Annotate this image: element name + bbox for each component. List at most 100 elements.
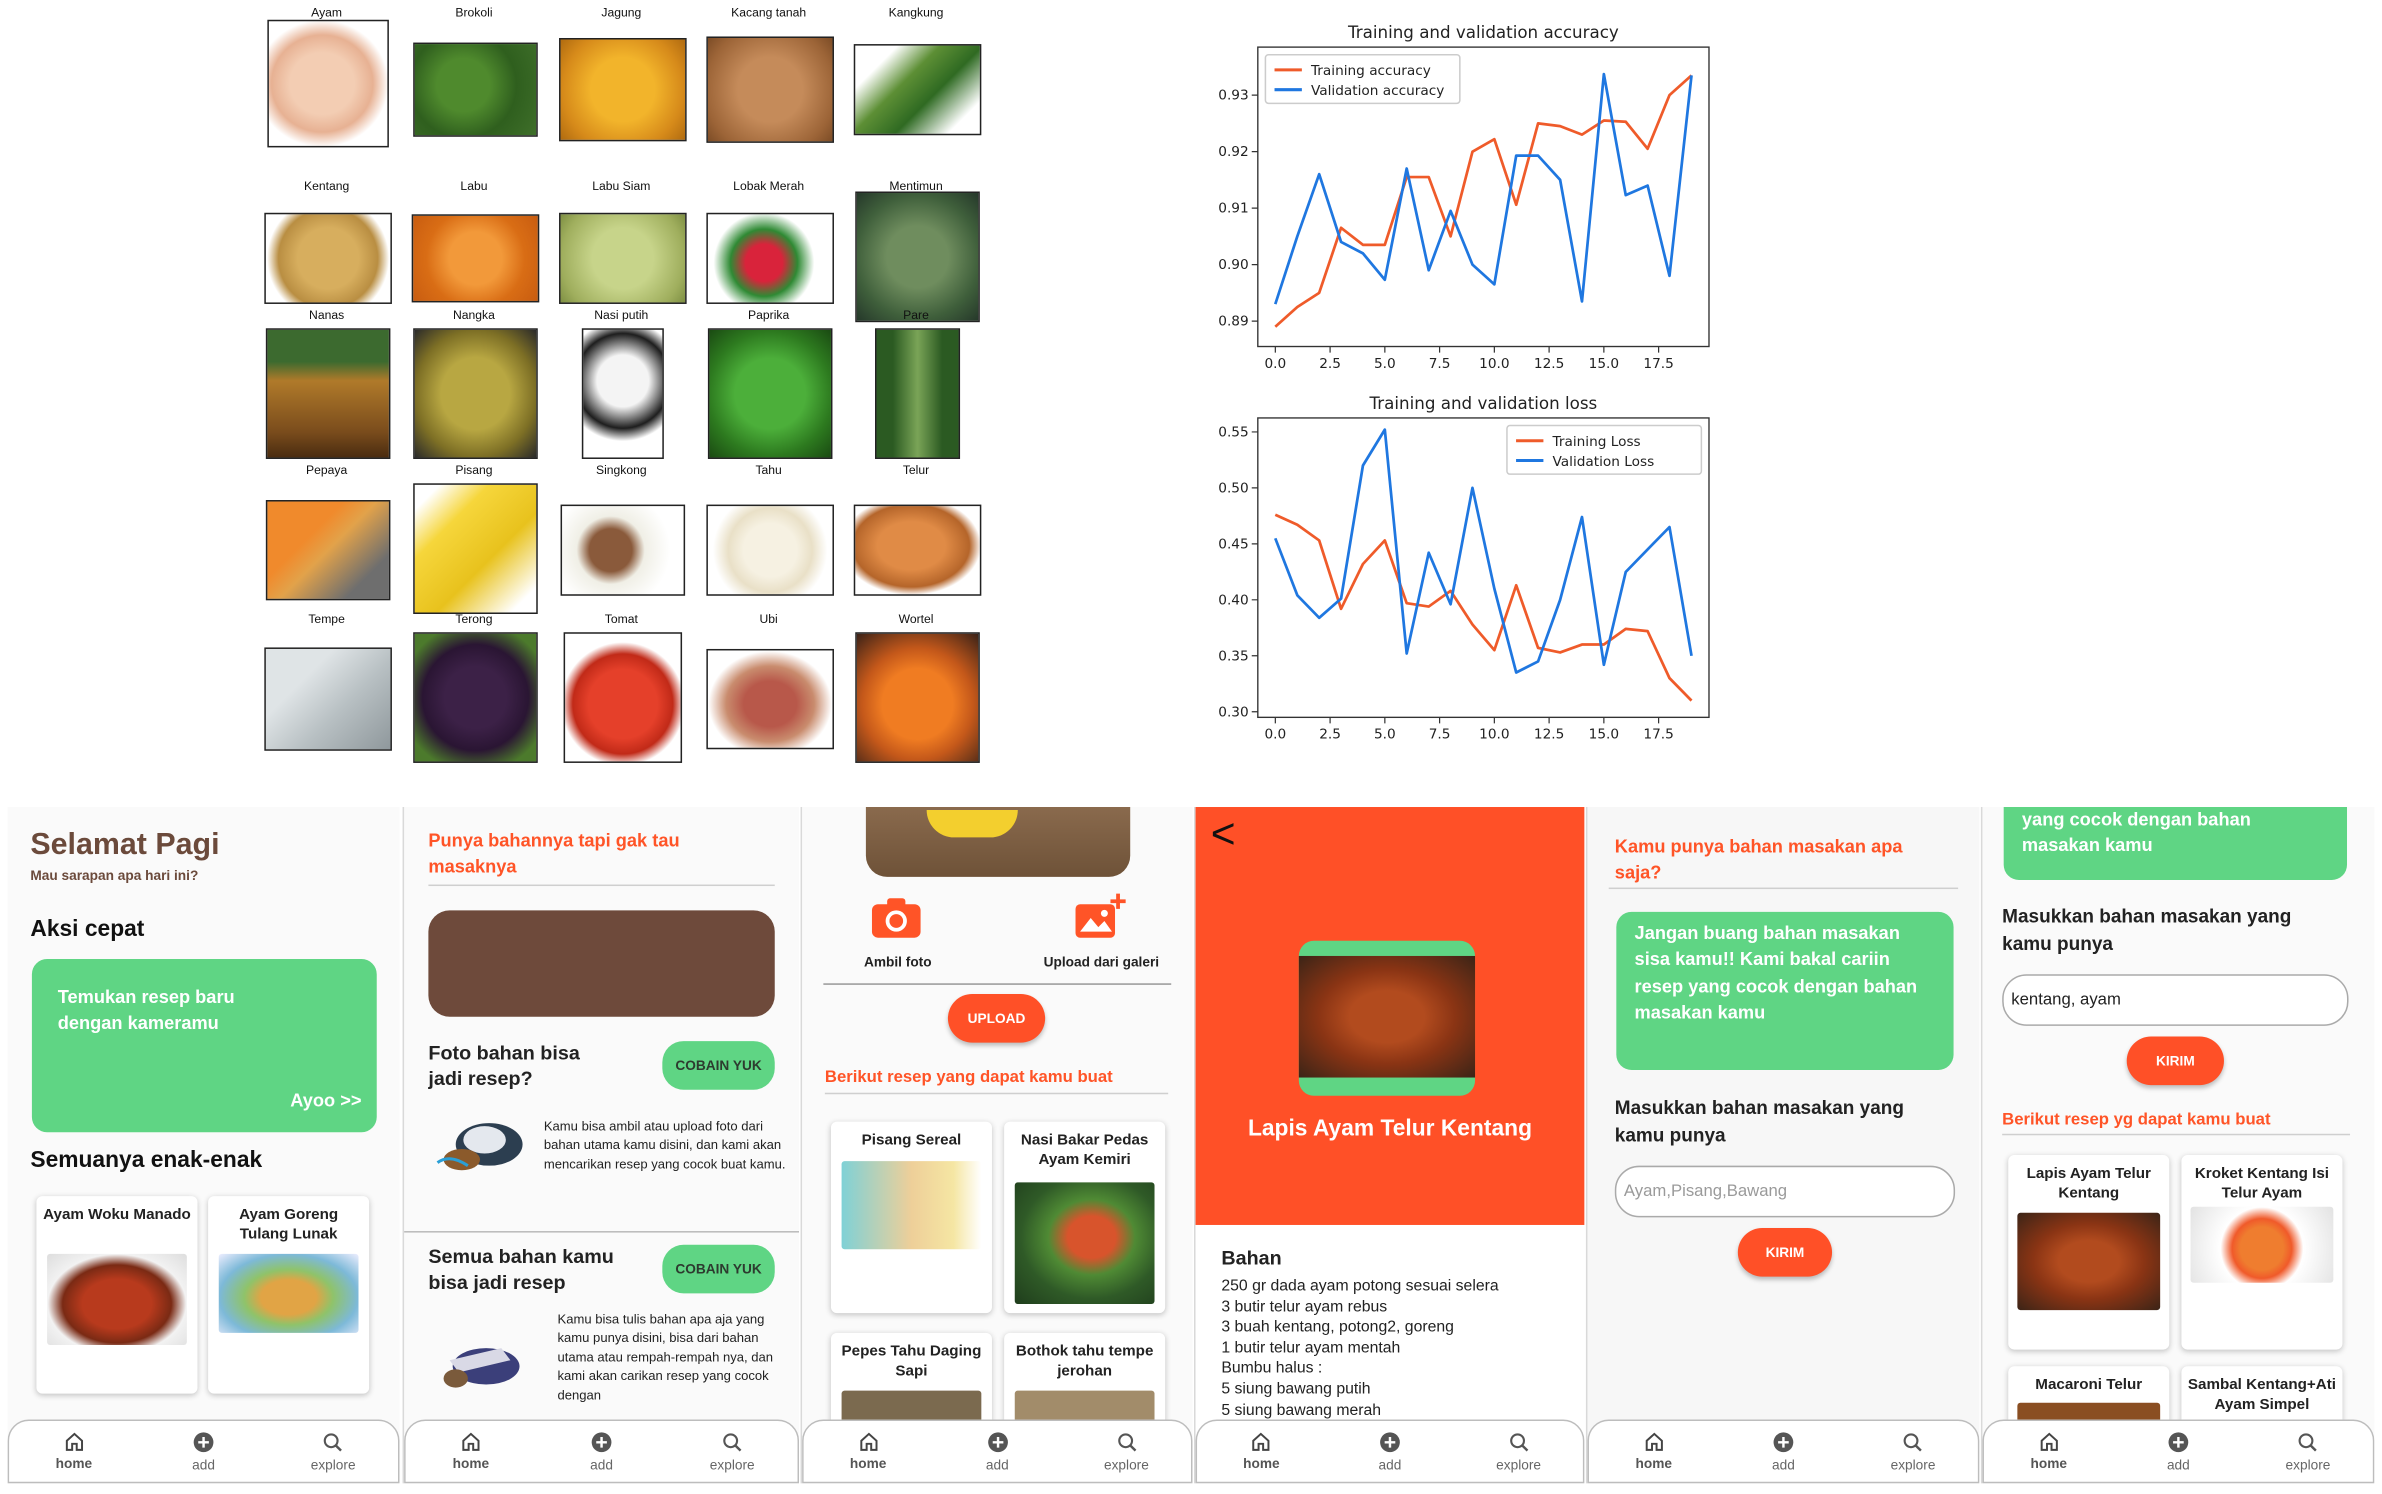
nav-home-label: home [1635, 1455, 1673, 1472]
search-icon [1904, 1432, 1923, 1451]
bottom-nav: home add explore [802, 1419, 1193, 1484]
nav-explore[interactable]: explore [1062, 1421, 1191, 1482]
nav-add-label: add [2166, 1456, 2190, 1472]
search-icon [2299, 1432, 2318, 1451]
section-title: Semuanya enak-enak [30, 1147, 263, 1174]
ingredient-line: 5 siung bawang putih [1221, 1381, 1371, 1399]
ingredient-photo [265, 500, 391, 601]
ingredient-photo [264, 212, 392, 304]
banner-cta[interactable]: Ayoo >> [290, 1090, 361, 1111]
nav-home-label: home [849, 1455, 887, 1472]
nav-explore-label: explore [310, 1456, 356, 1472]
recipe-card-title: Kroket Kentang Isi Telur Ayam [2194, 1165, 2330, 1203]
nav-home[interactable]: home [804, 1421, 933, 1482]
nav-explore[interactable]: explore [667, 1421, 798, 1482]
recipe-card[interactable]: Lapis Ayam Telur Kentang [2008, 1155, 2170, 1350]
grid-cell: Kacang tanah [700, 0, 837, 167]
nav-explore[interactable]: explore [268, 1421, 398, 1482]
submit-button[interactable]: KIRIM [1737, 1227, 1833, 1277]
nav-home[interactable]: home [1984, 1421, 2114, 1482]
ingredient-line: Bumbu halus : [1221, 1360, 1323, 1378]
x-tick-label: 17.5 [1643, 356, 1673, 372]
info-banner: Jangan buang bahan masakan sisa kamu!! K… [1616, 911, 1954, 1070]
greeting-subtitle: Mau sarapan apa hari ini? [30, 867, 199, 884]
ingredient-line: 1 butir telur ayam mentah [1221, 1340, 1401, 1357]
search-icon [723, 1432, 742, 1451]
camera-icon[interactable] [869, 895, 924, 941]
divider [428, 884, 775, 887]
add-icon [2168, 1431, 2189, 1452]
grid-cell: Paprika [700, 309, 837, 476]
ingredient-photo [855, 191, 980, 323]
phone-screen-recipe: < Lapis Ayam Telur Kentang Bahan 250 gr … [1194, 807, 1585, 1484]
ingredient-input[interactable]: kentang, ayam [2002, 974, 2349, 1026]
nav-add[interactable]: add [139, 1421, 269, 1482]
nav-add[interactable]: add [1719, 1421, 1849, 1482]
recipe-card[interactable]: Ayam Goreng Tulang Lunak [208, 1196, 370, 1394]
nav-home[interactable]: home [1589, 1421, 1719, 1482]
ingredient-line: 250 gr dada ayam potong sesuai selera [1221, 1278, 1499, 1295]
grid-cell: Nasi putih [553, 309, 690, 476]
recipe-card[interactable]: Kroket Kentang Isi Telur Ayam [2181, 1155, 2343, 1350]
accuracy-chart: Training and validation accuracy 0.0 2.5 5.… [1218, 22, 1710, 372]
grid-cell: Pepaya [258, 464, 395, 631]
ingredient-photo [560, 504, 686, 596]
x-tick-label: 12.5 [1534, 727, 1564, 743]
x-tick-label: 5.0 [1374, 727, 1396, 743]
upload-button[interactable]: UPLOAD [947, 993, 1046, 1043]
recipe-image [2190, 1206, 2334, 1283]
legend-label: Validation Loss [1553, 454, 1655, 470]
search-icon [324, 1432, 343, 1451]
nav-explore[interactable]: explore [1848, 1421, 1978, 1482]
ingredients-heading: Bahan [1221, 1246, 1282, 1270]
nav-home[interactable]: home [9, 1421, 139, 1482]
legend: Training accuracy Validation accuracy [1264, 53, 1461, 105]
nav-explore[interactable]: explore [2243, 1421, 2373, 1482]
ingredient-photo [559, 37, 687, 142]
ingredient-photo [706, 648, 834, 750]
nav-add[interactable]: add [536, 1421, 667, 1482]
banner-text: yang cocok dengan bahan masakan kamu [2021, 808, 2251, 856]
phone-screen-features: Punya bahannya tapi gak tau masaknya Fot… [402, 807, 800, 1484]
nav-explore-label: explore [709, 1456, 755, 1472]
grid-cell: Telur [848, 464, 985, 631]
input-label: Masukkan bahan masakan yang kamu punya [2002, 905, 2292, 954]
ingredient-photo [265, 328, 391, 459]
phone-screen-home: Selamat Pagi Mau sarapan apa hari ini? A… [7, 807, 400, 1484]
preview-image [865, 807, 1131, 877]
nav-add[interactable]: add [933, 1421, 1062, 1482]
x-tick-label: 12.5 [1534, 356, 1564, 372]
grid-cell: Singkong [553, 464, 690, 631]
divider [823, 983, 1172, 985]
recipe-card[interactable]: Nasi Bakar Pedas Ayam Kemiri [1004, 1121, 1166, 1314]
ingredient-photo [563, 632, 683, 763]
submit-button[interactable]: KIRIM [2126, 1036, 2224, 1086]
camera-label: Ambil foto [863, 954, 932, 970]
recipe-card-title: Ayam Woku Manado [43, 1206, 191, 1224]
page-title: Kamu punya bahan masakan apa saja? [1614, 835, 1903, 884]
nav-add[interactable]: add [2114, 1421, 2244, 1482]
nav-home[interactable]: home [406, 1421, 537, 1482]
nav-add[interactable]: add [1326, 1421, 1455, 1482]
camera-banner[interactable]: Temukan resep baru dengan kameramu Ayoo … [31, 958, 377, 1133]
recipe-card[interactable]: Pisang Sereal [830, 1121, 992, 1314]
nav-explore-label: explore [1890, 1456, 1936, 1472]
back-button[interactable]: < [1211, 810, 1236, 859]
gallery-upload-icon[interactable] [1072, 892, 1127, 941]
try-camera-button[interactable]: COBAIN YUK [662, 1041, 775, 1090]
add-icon [987, 1431, 1008, 1452]
nav-explore-label: explore [1103, 1456, 1149, 1472]
nav-home[interactable]: home [1197, 1421, 1326, 1482]
ingredient-photo [559, 212, 687, 304]
nav-explore[interactable]: explore [1454, 1421, 1583, 1482]
y-tick-label: 0.45 [1218, 536, 1248, 552]
ingredient-photo [875, 328, 961, 459]
add-icon [1380, 1431, 1400, 1452]
recipe-card[interactable]: Ayam Woku Manado [36, 1196, 198, 1394]
ingredient-input[interactable]: Ayam,Pisang,Bawang [1614, 1165, 1956, 1218]
bottom-nav: home add explore [1982, 1419, 2375, 1484]
grid-cell-label: Wortel [898, 612, 934, 627]
nav-add-label: add [1771, 1456, 1795, 1472]
chart-title: Training and validation accuracy [1347, 22, 1619, 42]
try-text-button[interactable]: COBAIN YUK [662, 1244, 775, 1294]
